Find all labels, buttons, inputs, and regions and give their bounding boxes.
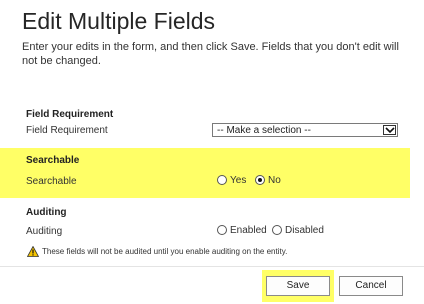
section-title-field-requirement: Field Requirement bbox=[26, 109, 114, 120]
dialog-instructions: Enter your edits in the form, and then c… bbox=[22, 41, 399, 67]
searchable-no-label[interactable]: No bbox=[268, 175, 281, 186]
searchable-label: Searchable bbox=[26, 176, 77, 187]
searchable-yes-radio[interactable] bbox=[217, 175, 227, 185]
searchable-no-radio[interactable] bbox=[255, 175, 265, 185]
chevron-down-icon[interactable] bbox=[383, 125, 396, 135]
auditing-enabled-radio[interactable] bbox=[217, 225, 227, 235]
searchable-yes-label[interactable]: Yes bbox=[230, 175, 246, 186]
cancel-button[interactable]: Cancel bbox=[339, 276, 403, 296]
auditing-enabled-label[interactable]: Enabled bbox=[230, 225, 267, 236]
warning-triangle-icon bbox=[27, 246, 39, 257]
auditing-disabled-label[interactable]: Disabled bbox=[285, 225, 324, 236]
section-title-auditing: Auditing bbox=[26, 207, 67, 218]
footer-divider bbox=[0, 266, 424, 267]
auditing-warning-text: These fields will not be audited until y… bbox=[42, 247, 288, 256]
section-title-searchable: Searchable bbox=[26, 155, 80, 166]
save-button[interactable]: Save bbox=[266, 276, 330, 296]
field-requirement-select[interactable]: -- Make a selection -- bbox=[212, 123, 398, 137]
auditing-disabled-radio[interactable] bbox=[272, 225, 282, 235]
dialog-title: Edit Multiple Fields bbox=[22, 8, 216, 34]
field-requirement-select-value: -- Make a selection -- bbox=[217, 125, 311, 136]
field-requirement-label: Field Requirement bbox=[26, 125, 108, 136]
auditing-label: Auditing bbox=[26, 226, 63, 237]
